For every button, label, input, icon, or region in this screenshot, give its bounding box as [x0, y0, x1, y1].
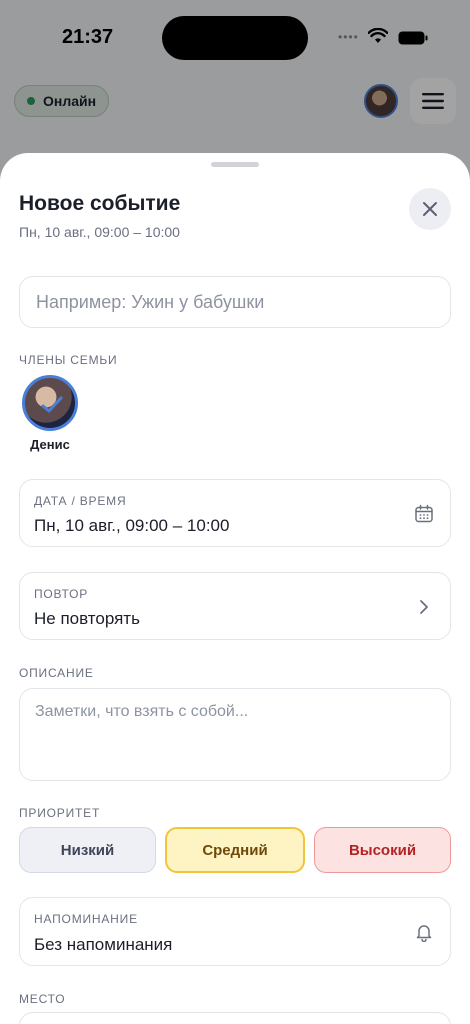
priority-medium-button[interactable]: Средний: [165, 827, 305, 873]
datetime-label: ДАТА / ВРЕМЯ: [34, 494, 127, 508]
description-label: ОПИСАНИЕ: [19, 666, 94, 680]
reminder-label: НАПОМИНАНИЕ: [34, 912, 138, 926]
place-label: МЕСТО: [19, 992, 66, 1006]
sheet-grabber[interactable]: [211, 162, 259, 167]
repeat-label: ПОВТОР: [34, 587, 89, 601]
member-item[interactable]: Денис: [22, 375, 80, 452]
priority-low-button[interactable]: Низкий: [19, 827, 156, 873]
place-field[interactable]: [19, 1012, 451, 1024]
close-icon: [423, 202, 437, 216]
reminder-value: Без напоминания: [34, 935, 173, 954]
close-button[interactable]: [409, 188, 451, 230]
priority-high-button[interactable]: Высокий: [314, 827, 451, 873]
bell-icon: [416, 925, 432, 942]
member-name: Денис: [30, 437, 70, 452]
repeat-field[interactable]: ПОВТОР Не повторять: [19, 572, 451, 640]
chevron-right-icon: [420, 600, 428, 614]
datetime-value: Пн, 10 авг., 09:00 – 10:00: [34, 516, 230, 535]
reminder-field[interactable]: НАПОМИНАНИЕ Без напоминания: [19, 897, 451, 966]
sheet-subtitle: Пн, 10 авг., 09:00 – 10:00: [19, 224, 180, 240]
sheet-title: Новое событие: [19, 192, 181, 215]
datetime-field[interactable]: ДАТА / ВРЕМЯ Пн, 10 авг., 09:00 – 10:00: [19, 479, 451, 547]
event-title-field: [19, 276, 451, 328]
checkmark-icon: [41, 396, 63, 413]
new-event-sheet: Новое событие Пн, 10 авг., 09:00 – 10:00…: [0, 153, 470, 1024]
description-field: [19, 688, 451, 781]
event-title-input[interactable]: [20, 277, 450, 327]
description-input[interactable]: [20, 689, 450, 780]
priority-label: ПРИОРИТЕТ: [19, 806, 101, 820]
members-label: ЧЛЕНЫ СЕМЬИ: [19, 353, 118, 367]
repeat-value: Не повторять: [34, 609, 140, 628]
calendar-icon: [415, 504, 433, 523]
member-avatar: [22, 375, 78, 431]
